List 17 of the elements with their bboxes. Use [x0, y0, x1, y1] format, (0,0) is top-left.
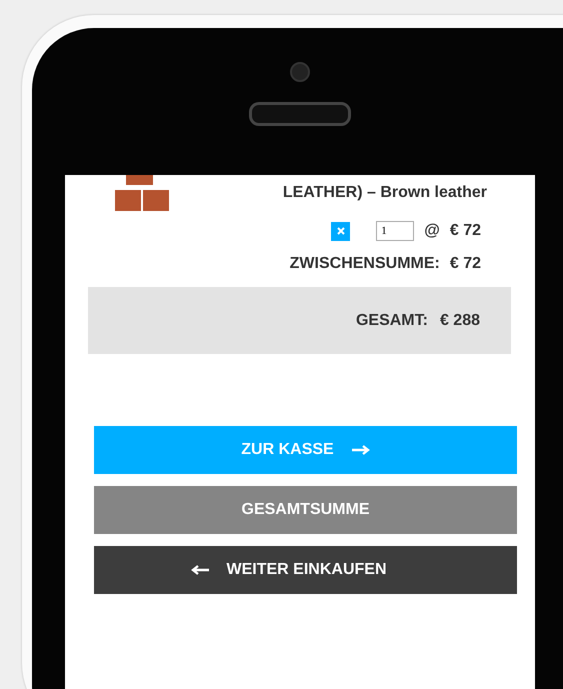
camera-icon — [290, 62, 310, 82]
remove-button[interactable] — [331, 222, 350, 240]
product-name: LEATHER) – Brown leather — [282, 184, 487, 203]
right-arrow-icon — [352, 445, 370, 455]
close-icon — [336, 227, 345, 235]
wallet-thumbnail — [113, 175, 171, 212]
unit-price: € 72 — [450, 222, 481, 240]
total-label: GESAMT: — [356, 312, 428, 330]
at-sign: @ — [424, 222, 440, 240]
continue-shopping-button[interactable]: WEITER EINKAUFEN — [94, 546, 517, 594]
update-total-button[interactable]: GESAMTSUMME — [94, 486, 517, 534]
left-arrow-icon — [190, 565, 208, 575]
subtotal-label: ZWISCHENSUMME: — [290, 255, 440, 273]
subtotal-value: € 72 — [450, 255, 481, 273]
speaker-icon — [249, 102, 351, 126]
total-value: € 288 — [440, 312, 480, 330]
quantity-field[interactable]: 1 — [376, 221, 414, 241]
